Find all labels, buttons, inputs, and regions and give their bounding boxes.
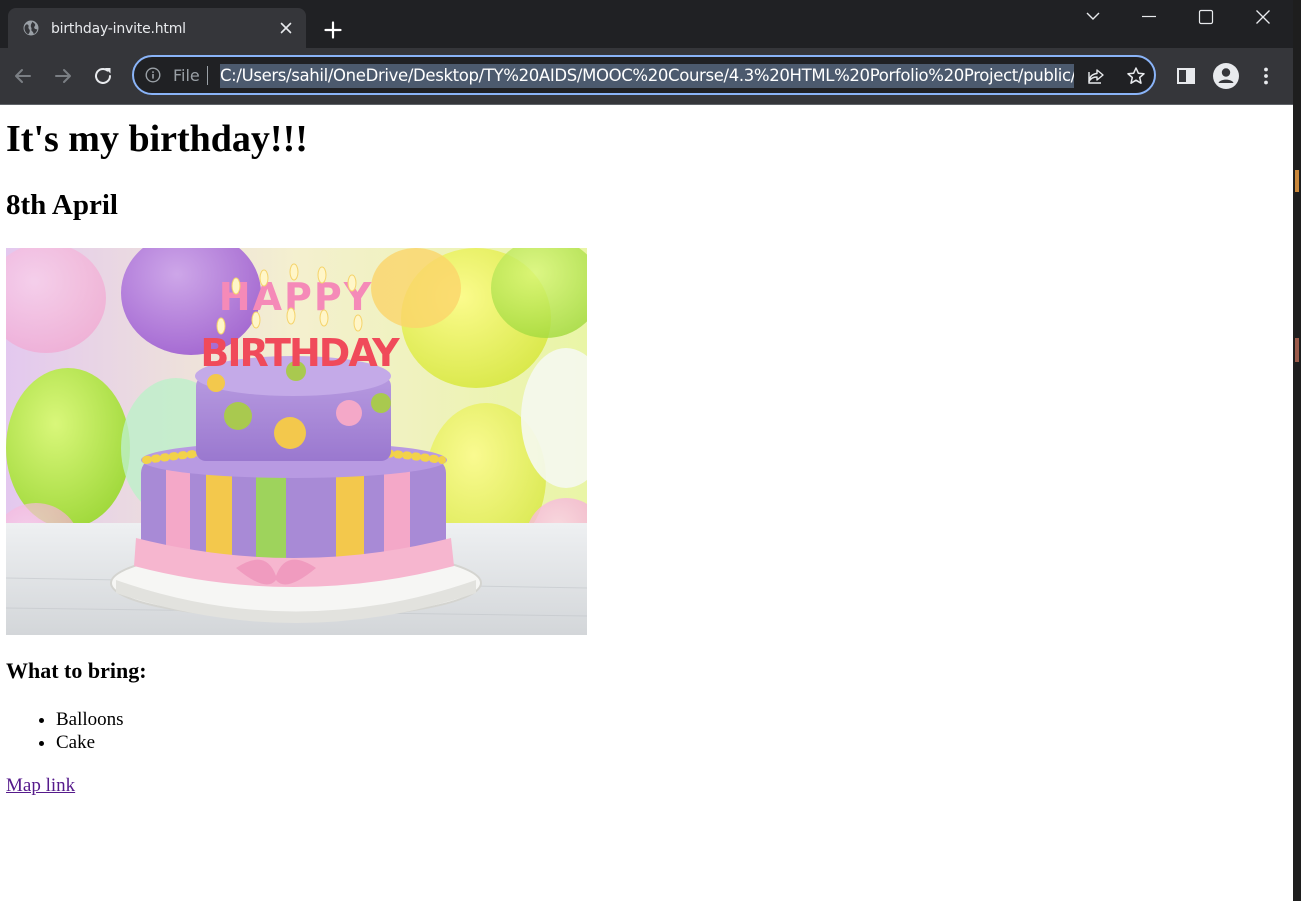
bring-list: Balloons Cake: [0, 708, 124, 754]
minimize-icon: [1142, 15, 1156, 18]
page-heading: It's my birthday!!!: [6, 118, 308, 160]
background-window-edge: [1293, 0, 1301, 901]
maximize-icon: [1198, 9, 1214, 25]
star-bookmark-icon[interactable]: [1126, 66, 1146, 86]
globe-icon: [23, 20, 39, 36]
close-tab-icon[interactable]: [278, 20, 294, 36]
page-content: It's my birthday!!! 8th April HAPPY BIRT…: [0, 105, 1293, 901]
bring-heading: What to bring:: [6, 658, 147, 683]
browser-toolbar: File C:/Users/sahil/OneDrive/Desktop/TY%…: [0, 48, 1293, 105]
back-arrow-icon[interactable]: [11, 64, 35, 88]
profile-avatar-icon[interactable]: [1212, 62, 1240, 90]
share-icon[interactable]: [1086, 66, 1106, 86]
close-icon: [1256, 10, 1270, 24]
chevron-down-icon: [1086, 12, 1100, 20]
reload-icon[interactable]: [91, 64, 115, 88]
date-heading: 8th April: [6, 189, 118, 221]
address-bar[interactable]: File C:/Users/sahil/OneDrive/Desktop/TY%…: [132, 55, 1156, 95]
birthday-cake-image: HAPPY BIRTHDAY: [6, 248, 587, 635]
edge-marker: [1295, 338, 1299, 362]
forward-arrow-icon[interactable]: [51, 64, 75, 88]
side-panel-icon[interactable]: [1174, 64, 1198, 88]
map-link[interactable]: Map link: [6, 774, 75, 798]
minimize-button[interactable]: [1126, 0, 1172, 32]
tab-strip: birthday-invite.html: [0, 0, 1293, 48]
tab-search-button[interactable]: [1070, 0, 1116, 32]
tab-title: birthday-invite.html: [51, 21, 186, 37]
close-window-button[interactable]: [1240, 0, 1286, 32]
list-item: Balloons: [56, 708, 124, 731]
tab-birthday-invite[interactable]: birthday-invite.html: [8, 8, 306, 48]
more-menu-icon[interactable]: [1254, 64, 1278, 88]
scheme-label: File: [173, 66, 200, 85]
maximize-button[interactable]: [1183, 0, 1229, 32]
list-item: Cake: [56, 731, 124, 754]
info-icon[interactable]: [145, 67, 161, 83]
edge-marker: [1295, 170, 1299, 192]
svg-text:BIRTHDAY: BIRTHDAY: [200, 331, 400, 375]
url-text[interactable]: C:/Users/sahil/OneDrive/Desktop/TY%20AID…: [220, 64, 1074, 88]
new-tab-icon[interactable]: [322, 19, 344, 41]
omnibox-separator: [207, 66, 208, 85]
